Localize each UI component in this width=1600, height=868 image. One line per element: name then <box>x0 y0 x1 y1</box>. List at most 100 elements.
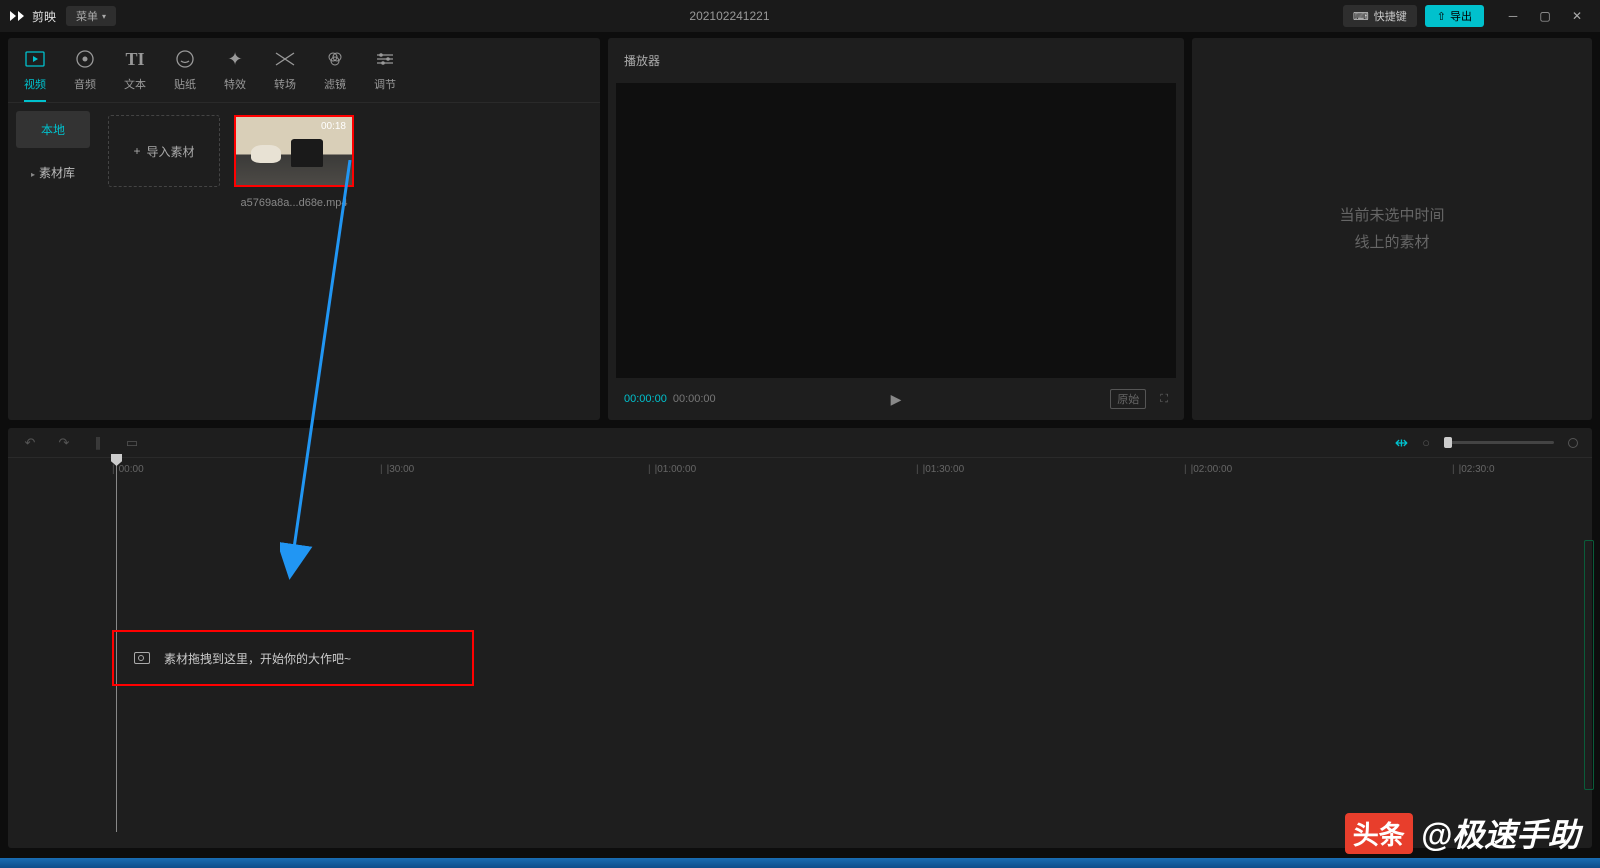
sidebar-library-label: 素材库 <box>39 166 75 180</box>
snap-icon[interactable]: ⇹ <box>1395 433 1408 453</box>
sticker-icon <box>174 48 196 70</box>
tab-transition[interactable]: 转场 <box>274 48 296 102</box>
export-label: 导出 <box>1450 8 1472 24</box>
timeline-ruler[interactable]: 00:00 |30:00 |01:00:00 |01:30:00 |02:00:… <box>108 458 1592 482</box>
clip-filename: a5769a8a...d68e.mp4 <box>234 197 354 209</box>
video-icon <box>24 48 46 70</box>
clip-thumbnail[interactable]: 00:18 <box>234 115 354 187</box>
tool-tabs: 视频 音频 TI 文本 贴纸 ✦ 特效 转场 <box>8 38 600 103</box>
zoom-in-icon[interactable] <box>1568 438 1578 448</box>
media-icon <box>134 652 150 664</box>
clip-duration: 00:18 <box>321 121 346 132</box>
tab-text-label: 文本 <box>124 76 146 92</box>
tab-video-label: 视频 <box>24 76 46 92</box>
watermark-logo: 头条 <box>1345 813 1413 854</box>
watermark: 头条 @极速手助 <box>1345 810 1580 856</box>
import-label: 导入素材 <box>147 143 195 160</box>
player-panel: 播放器 00:00:00 00:00:00 ▶ 原始 ⛶ <box>608 38 1184 420</box>
inspector-panel: 当前未选中时间 线上的素材 <box>1192 38 1592 420</box>
menu-label: 菜单 <box>76 8 98 24</box>
media-panel: 视频 音频 TI 文本 贴纸 ✦ 特效 转场 <box>8 38 600 420</box>
plus-icon: + <box>133 144 140 158</box>
drop-hint-text: 素材拖拽到这里，开始你的大作吧~ <box>164 650 351 667</box>
ruler-tick: |30:00 <box>380 464 414 475</box>
split-button[interactable]: ∥ <box>90 435 106 451</box>
tab-audio[interactable]: 音频 <box>74 48 96 102</box>
inspector-line2: 线上的素材 <box>1339 229 1444 256</box>
ruler-tick: |02:00:00 <box>1184 464 1232 475</box>
tab-filter-label: 滤镜 <box>324 76 346 92</box>
keyboard-icon: ⌨ <box>1353 10 1369 23</box>
tab-transition-label: 转场 <box>274 76 296 92</box>
ruler-tick: |01:30:00 <box>916 464 964 475</box>
tab-effects-label: 特效 <box>224 76 246 92</box>
time-current: 00:00:00 <box>624 393 667 405</box>
tab-filter[interactable]: 滤镜 <box>324 48 346 102</box>
adjust-icon <box>374 48 396 70</box>
audio-icon <box>74 48 96 70</box>
redo-button[interactable]: ↷ <box>56 435 72 451</box>
sidebar-item-library[interactable]: ▸ 素材库 <box>16 154 90 191</box>
hotkey-label: 快捷键 <box>1374 8 1407 24</box>
ratio-button[interactable]: 原始 <box>1110 389 1146 409</box>
fullscreen-icon[interactable]: ⛶ <box>1160 393 1168 406</box>
close-button[interactable]: ✕ <box>1570 9 1584 23</box>
title-right: ⌨ 快捷键 ⇧ 导出 ─ ▢ ✕ <box>1343 5 1592 27</box>
timeline-toolbar-right: ⇹ ○ <box>1395 433 1578 453</box>
zoom-knob[interactable] <box>1444 437 1452 448</box>
title-bar: 剪映 菜单 ▾ 202102241221 ⌨ 快捷键 ⇧ 导出 ─ ▢ ✕ <box>0 0 1600 32</box>
upper-panels: 视频 音频 TI 文本 贴纸 ✦ 特效 转场 <box>0 32 1600 420</box>
inspector-empty-text: 当前未选中时间 线上的素材 <box>1339 202 1444 256</box>
text-icon: TI <box>124 48 146 70</box>
timeline-toolbar: ↶ ↷ ∥ ▭ ⇹ ○ <box>8 428 1592 458</box>
timeline-drop-zone[interactable]: 素材拖拽到这里，开始你的大作吧~ <box>112 630 474 686</box>
audio-meter <box>1584 540 1594 790</box>
player-controls: 00:00:00 00:00:00 ▶ 原始 ⛶ <box>608 378 1184 420</box>
import-button[interactable]: + 导入素材 <box>108 115 220 187</box>
export-icon: ⇧ <box>1437 10 1446 23</box>
caret-right-icon: ▸ <box>31 170 35 179</box>
zoom-slider[interactable] <box>1444 441 1554 444</box>
effects-icon: ✦ <box>224 48 246 70</box>
tab-effects[interactable]: ✦ 特效 <box>224 48 246 102</box>
media-grid: + 导入素材 00:18 a5769a8a...d68e.mp4 <box>98 103 600 420</box>
taskbar <box>0 858 1600 868</box>
media-clip[interactable]: 00:18 a5769a8a...d68e.mp4 <box>234 115 354 209</box>
zoom-out-icon[interactable]: ○ <box>1422 435 1430 450</box>
timeline-panel: ↶ ↷ ∥ ▭ ⇹ ○ 00:00 |30:00 |01:00:00 |01:3… <box>8 428 1592 848</box>
tab-video[interactable]: 视频 <box>24 48 46 102</box>
inspector-line1: 当前未选中时间 <box>1339 202 1444 229</box>
tab-adjust-label: 调节 <box>374 76 396 92</box>
tab-audio-label: 音频 <box>74 76 96 92</box>
tab-adjust[interactable]: 调节 <box>374 48 396 102</box>
tab-text[interactable]: TI 文本 <box>124 48 146 102</box>
minimize-button[interactable]: ─ <box>1506 9 1520 23</box>
ruler-tick: |02:30:0 <box>1452 464 1495 475</box>
app-name: 剪映 <box>32 8 56 25</box>
filter-icon <box>324 48 346 70</box>
tab-sticker[interactable]: 贴纸 <box>174 48 196 102</box>
timeline-body[interactable]: 素材拖拽到这里，开始你的大作吧~ <box>108 482 1592 822</box>
window-controls: ─ ▢ ✕ <box>1506 9 1584 23</box>
undo-button[interactable]: ↶ <box>22 435 38 451</box>
project-title: 202102241221 <box>116 9 1343 23</box>
player-header: 播放器 <box>608 38 1184 83</box>
hotkey-button[interactable]: ⌨ 快捷键 <box>1343 5 1417 27</box>
time-total: 00:00:00 <box>673 393 716 405</box>
menu-dropdown[interactable]: 菜单 ▾ <box>66 6 116 26</box>
delete-button[interactable]: ▭ <box>124 435 140 451</box>
chevron-down-icon: ▾ <box>102 12 106 21</box>
media-body: 本地 ▸ 素材库 + 导入素材 00:18 a5769a8a...d68e.mp4 <box>8 103 600 420</box>
sidebar-item-local[interactable]: 本地 <box>16 111 90 148</box>
app-logo-icon <box>8 7 26 25</box>
player-viewport[interactable] <box>616 83 1176 378</box>
player-right-controls: 原始 ⛶ <box>1110 389 1168 409</box>
export-button[interactable]: ⇧ 导出 <box>1425 5 1484 27</box>
tab-sticker-label: 贴纸 <box>174 76 196 92</box>
transition-icon <box>274 48 296 70</box>
media-sidebar: 本地 ▸ 素材库 <box>8 103 98 420</box>
watermark-text: @极速手助 <box>1421 810 1580 856</box>
play-button[interactable]: ▶ <box>891 391 902 408</box>
maximize-button[interactable]: ▢ <box>1538 9 1552 23</box>
ruler-tick: |01:00:00 <box>648 464 696 475</box>
